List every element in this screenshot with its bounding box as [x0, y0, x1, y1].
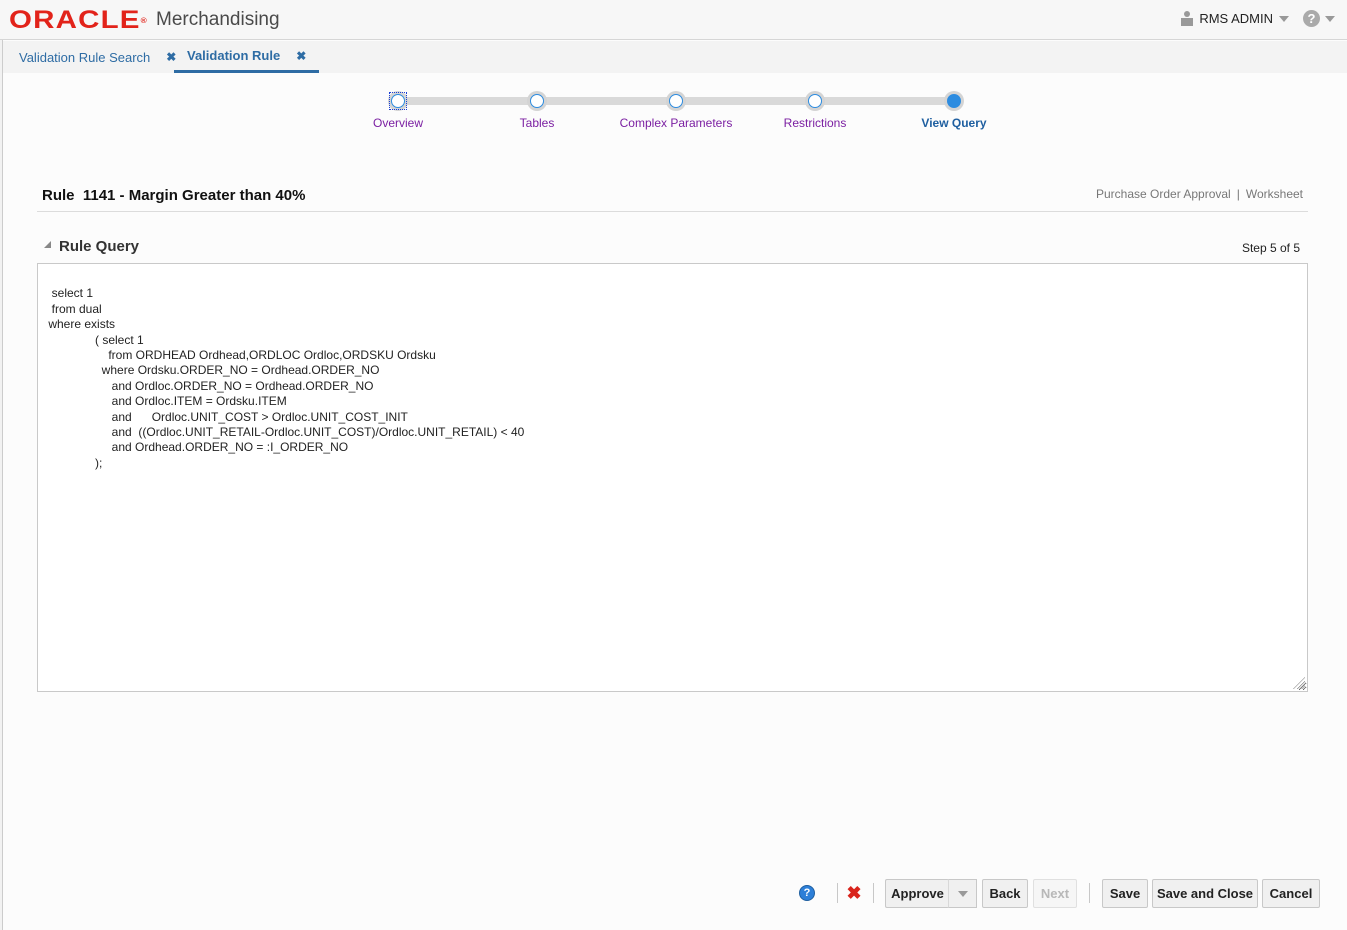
train-label-restrictions[interactable]: Restrictions [784, 116, 847, 130]
save-button[interactable]: Save [1102, 879, 1148, 908]
train-label-view-query: View Query [921, 116, 987, 130]
context-purchase-order-approval: Purchase Order Approval [1095, 187, 1231, 201]
oracle-logo[interactable]: ORACLE® [9, 8, 148, 33]
tab-label: Validation Rule [187, 48, 281, 63]
delete-icon[interactable]: ✖ [846, 884, 862, 902]
next-button: Next [1033, 879, 1077, 908]
train-stop-view-query[interactable] [944, 91, 964, 111]
step-indicator: Step 5 of 5 [1241, 241, 1300, 255]
left-panel-edge[interactable] [0, 40, 3, 930]
user-menu[interactable]: RMS ADMIN [1181, 11, 1289, 26]
toolbar-separator [873, 883, 874, 903]
help-icon: ? [1303, 10, 1320, 27]
rule-query-section-header[interactable]: Rule Query [44, 238, 139, 255]
caret-down-icon [1279, 15, 1289, 22]
train-stop-overview[interactable] [388, 91, 408, 111]
approve-menu-button[interactable] [948, 879, 977, 908]
save-and-close-button[interactable]: Save and Close [1152, 879, 1258, 908]
train-label-overview[interactable]: Overview [373, 116, 423, 130]
user-icon [1181, 11, 1194, 26]
step-dot-icon [530, 94, 544, 108]
help-menu[interactable]: ? [1303, 10, 1335, 27]
user-name: RMS ADMIN [1199, 11, 1273, 26]
help-icon[interactable]: ? [799, 885, 815, 901]
resize-grip-icon[interactable] [1293, 677, 1305, 689]
tab-validation-rule[interactable]: Validation Rule ✖ [174, 41, 320, 73]
disclosure-triangle-icon[interactable] [44, 241, 51, 248]
approve-button[interactable]: Approve [885, 879, 949, 908]
caret-down-icon [1325, 15, 1335, 22]
app-header: ORACLE® Merchandising RMS ADMIN ? [0, 0, 1347, 40]
caret-down-icon [957, 890, 968, 897]
step-dot-icon [947, 94, 961, 108]
step-dot-icon [669, 94, 683, 108]
step-train: Overview Tables Complex Parameters Restr… [0, 84, 1347, 144]
rule-query-textarea[interactable]: select 1 from dual where exists ( select… [37, 263, 1308, 692]
train-label-complex-parameters[interactable]: Complex Parameters [620, 116, 733, 130]
train-stop-complex-parameters[interactable] [666, 91, 686, 111]
tab-validation-rule-search[interactable]: Validation Rule Search ✖ [19, 41, 176, 73]
train-stop-restrictions[interactable] [805, 91, 825, 111]
page-title: Rule 1141 - Margin Greater than 40% [42, 187, 306, 204]
toolbar-separator [1089, 883, 1090, 903]
cancel-button[interactable]: Cancel [1262, 879, 1320, 908]
section-title: Rule Query [59, 238, 140, 255]
context-worksheet: Worksheet [1245, 187, 1303, 201]
title-divider [37, 211, 1308, 212]
back-button[interactable]: Back [982, 879, 1028, 908]
close-tab-icon[interactable]: ✖ [296, 49, 306, 63]
footer-toolbar: ? ✖ Approve Back Next Save Save and Clos… [0, 878, 1347, 910]
step-dot-icon [391, 94, 405, 108]
train-stop-tables[interactable] [527, 91, 547, 111]
query-text: select 1 from dual where exists ( select… [48, 286, 525, 470]
train-label-tables[interactable]: Tables [520, 116, 555, 130]
step-dot-icon [808, 94, 822, 108]
tab-label: Validation Rule Search [19, 49, 151, 65]
app-name: Merchandising [156, 9, 280, 30]
toolbar-separator [837, 883, 838, 903]
document-tabs: Validation Rule Search ✖ Validation Rule… [3, 41, 1347, 73]
context-breadcrumb: Purchase Order Approval | Worksheet [1096, 187, 1303, 201]
context-separator: | [1236, 187, 1240, 201]
